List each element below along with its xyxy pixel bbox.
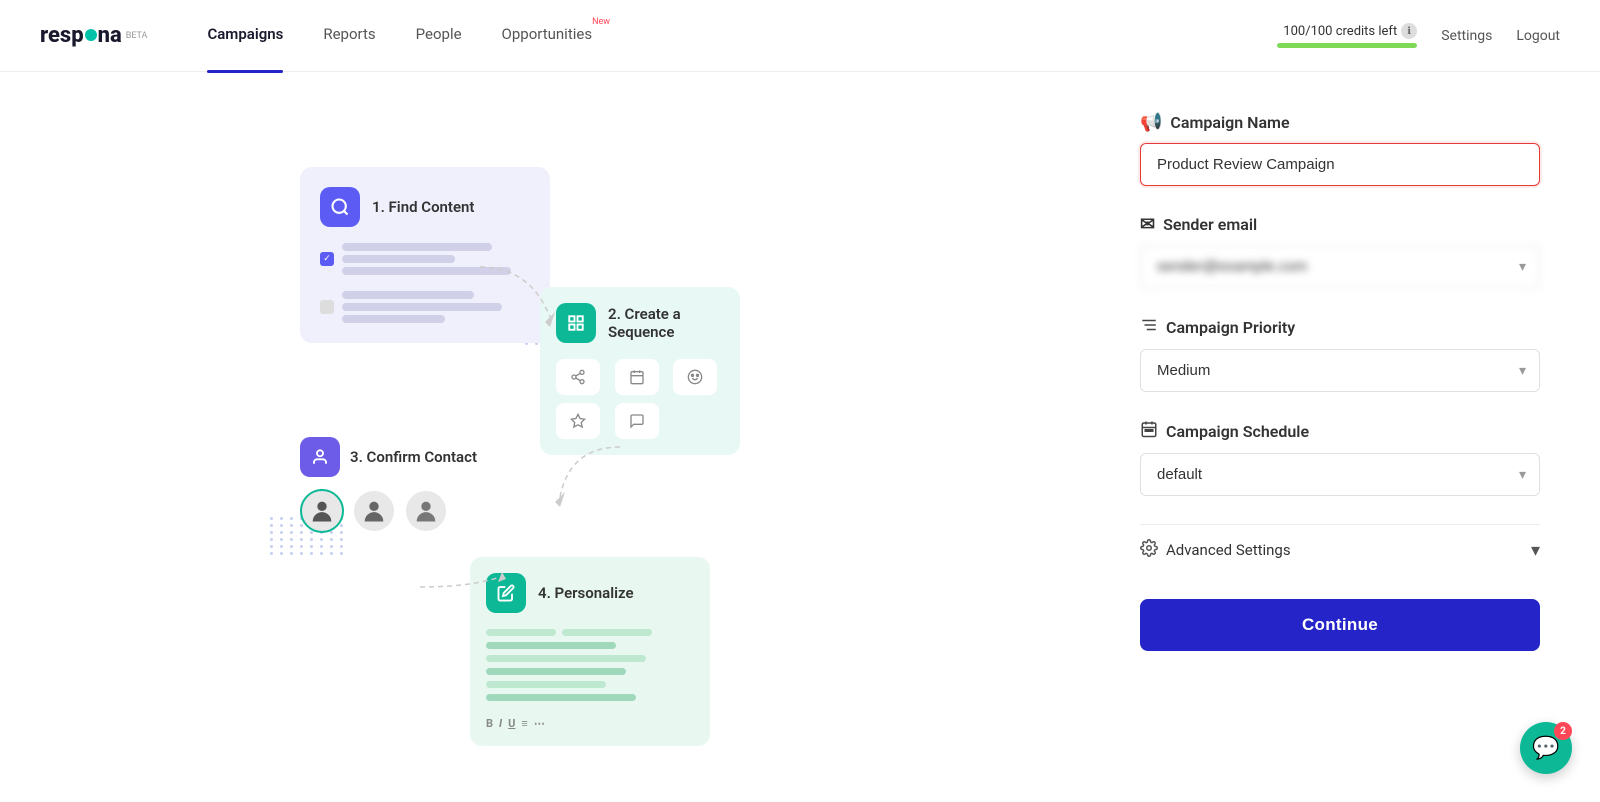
campaign-schedule-select[interactable]: default custom xyxy=(1140,453,1540,496)
connector-2-3 xyxy=(550,437,630,517)
nav-reports[interactable]: Reports xyxy=(323,25,375,47)
personalize-content: B I U ≡ ⋯ xyxy=(486,629,694,730)
step-sequence-title: 2. Create aSequence xyxy=(608,305,681,341)
header: resp na BETA Campaigns Reports People Op… xyxy=(0,0,1600,72)
step-find-title: 1. Find Content xyxy=(372,198,474,216)
credits-bar-fill xyxy=(1277,43,1417,48)
credits-bar xyxy=(1277,43,1417,48)
sequence-icon-grid xyxy=(556,359,724,439)
step-sequence: 2. Create aSequence xyxy=(540,287,740,455)
advanced-settings-row[interactable]: Advanced Settings ▾ xyxy=(1140,524,1540,575)
step-contact-header: 3. Confirm Contact xyxy=(300,437,477,477)
campaign-name-label: 📢 Campaign Name xyxy=(1140,112,1540,133)
chat-badge: 2 xyxy=(1554,722,1572,740)
step-find-header: 1. Find Content xyxy=(320,187,530,227)
campaign-schedule-wrapper: default custom ▾ xyxy=(1140,453,1540,496)
advanced-settings-icon xyxy=(1140,539,1158,561)
illustration-panel: 1. Find Content ✓ xyxy=(0,72,1080,802)
seq-calendar-icon xyxy=(615,359,659,395)
seq-star-icon xyxy=(556,403,600,439)
seq-palette-icon xyxy=(673,359,717,395)
campaign-name-input[interactable] xyxy=(1140,143,1540,186)
main-content: 1. Find Content ✓ xyxy=(0,72,1600,802)
logo-text: resp na xyxy=(40,23,122,48)
personalize-toolbar: B I U ≡ ⋯ xyxy=(486,717,694,730)
advanced-settings-chevron: ▾ xyxy=(1531,540,1540,561)
credits-text: 100/100 credits left ℹ xyxy=(1283,23,1417,39)
sender-email-input[interactable] xyxy=(1140,245,1540,288)
credits-section: 100/100 credits left ℹ xyxy=(1277,23,1417,48)
step-sequence-header: 2. Create aSequence xyxy=(556,303,724,343)
campaign-schedule-icon xyxy=(1140,420,1158,443)
connector-1-2 xyxy=(470,257,570,337)
campaign-priority-field: Campaign Priority Low Medium High ▾ xyxy=(1140,316,1540,392)
step-personalize-title: 4. Personalize xyxy=(538,584,634,602)
avatars-row xyxy=(300,489,477,533)
continue-button[interactable]: Continue xyxy=(1140,599,1540,651)
seq-chat-icon xyxy=(615,403,659,439)
nav-people[interactable]: People xyxy=(416,25,462,47)
nav-opportunities[interactable]: Opportunities New xyxy=(502,25,593,47)
contact-icon xyxy=(300,437,340,477)
credits-info-icon[interactable]: ℹ xyxy=(1401,23,1417,39)
form-panel: 📢 Campaign Name ✉ Sender email ▾ Campaig xyxy=(1080,72,1600,802)
avatar-3 xyxy=(404,489,448,533)
sender-email-label: ✉ Sender email xyxy=(1140,214,1540,235)
main-nav: Campaigns Reports People Opportunities N… xyxy=(207,25,1277,47)
campaign-name-field: 📢 Campaign Name xyxy=(1140,112,1540,186)
logo-beta: BETA xyxy=(126,31,148,41)
checkbox-checked: ✓ xyxy=(320,252,334,266)
sender-email-field: ✉ Sender email ▾ xyxy=(1140,214,1540,288)
chat-bubble-icon: 💬 xyxy=(1532,736,1559,761)
sender-email-icon: ✉ xyxy=(1140,214,1155,235)
campaign-priority-select[interactable]: Low Medium High xyxy=(1140,349,1540,392)
avatar-2 xyxy=(352,489,396,533)
advanced-settings-left: Advanced Settings xyxy=(1140,539,1291,561)
opportunities-badge: New xyxy=(592,17,610,27)
campaign-priority-icon xyxy=(1140,316,1158,339)
step-confirm-contact: 3. Confirm Contact xyxy=(300,437,477,533)
campaign-priority-wrapper: Low Medium High ▾ xyxy=(1140,349,1540,392)
nav-campaigns[interactable]: Campaigns xyxy=(207,25,283,47)
step-personalize-header: 4. Personalize xyxy=(486,573,694,613)
find-content-icon xyxy=(320,187,360,227)
logo: resp na BETA xyxy=(40,23,147,48)
illustration-wrapper: 1. Find Content ✓ xyxy=(270,137,810,737)
step-contact-title: 3. Confirm Contact xyxy=(350,448,477,466)
campaign-schedule-label: Campaign Schedule xyxy=(1140,420,1540,443)
sender-email-wrapper: ▾ xyxy=(1140,245,1540,288)
seq-share-icon xyxy=(556,359,600,395)
campaign-priority-label: Campaign Priority xyxy=(1140,316,1540,339)
connector-3-4 xyxy=(410,557,510,617)
campaign-name-icon: 📢 xyxy=(1140,112,1162,133)
advanced-settings-label: Advanced Settings xyxy=(1166,541,1291,559)
settings-link[interactable]: Settings xyxy=(1441,28,1492,44)
campaign-schedule-field: Campaign Schedule default custom ▾ xyxy=(1140,420,1540,496)
checkbox-empty xyxy=(320,300,334,314)
avatar-1 xyxy=(300,489,344,533)
chat-bubble[interactable]: 💬 2 xyxy=(1520,722,1572,774)
header-right: 100/100 credits left ℹ Settings Logout xyxy=(1277,23,1560,48)
logout-link[interactable]: Logout xyxy=(1516,28,1560,44)
